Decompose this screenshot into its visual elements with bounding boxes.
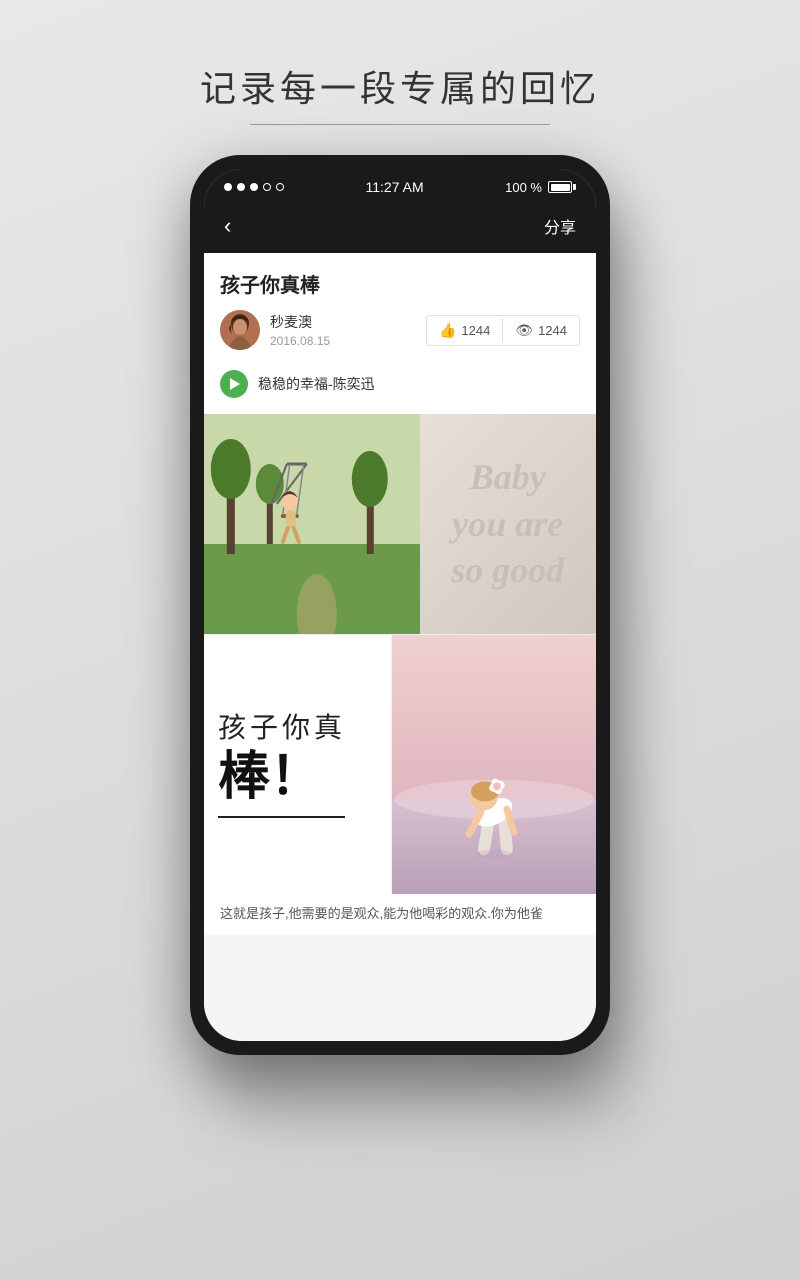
phone-frame: 11:27 AM 100 % ‹ 分享 孩子你真棒 bbox=[190, 155, 610, 1055]
battery-area: 100 % bbox=[505, 180, 576, 195]
status-time: 11:27 AM bbox=[366, 179, 424, 195]
text-panel-title: 孩子你真 bbox=[218, 711, 377, 745]
play-icon bbox=[230, 378, 240, 390]
grid-row-1: Baby you are so good bbox=[204, 414, 596, 634]
text-panel-divider bbox=[218, 816, 345, 818]
author-name: 秒麦澳 bbox=[270, 312, 330, 332]
nav-bar: ‹ 分享 bbox=[204, 203, 596, 253]
dot-2 bbox=[237, 183, 245, 191]
like-icon: 👍 bbox=[439, 322, 456, 339]
view-count: 1244 bbox=[538, 323, 567, 338]
image-grid: Baby you are so good 孩子你真 棒！ bbox=[204, 414, 596, 1041]
phone-screen: 11:27 AM 100 % ‹ 分享 孩子你真棒 bbox=[204, 169, 596, 1041]
like-stat: 👍 1244 bbox=[427, 316, 502, 345]
title-divider bbox=[250, 124, 550, 125]
post-date: 2016.08.15 bbox=[270, 334, 330, 348]
grid-row-2: 孩子你真 棒！ bbox=[204, 634, 596, 894]
signal-indicator bbox=[224, 183, 284, 191]
share-button[interactable]: 分享 bbox=[544, 214, 576, 238]
author-info: 秒麦澳 2016.08.15 bbox=[220, 310, 330, 350]
swing-photo bbox=[204, 414, 420, 634]
dot-1 bbox=[224, 183, 232, 191]
avatar bbox=[220, 310, 260, 350]
view-stat: 👁 1244 bbox=[503, 316, 579, 345]
baby-text: Baby you are so good bbox=[451, 454, 564, 594]
post-title: 孩子你真棒 bbox=[220, 269, 580, 298]
baby-text-panel: Baby you are so good bbox=[420, 414, 596, 634]
page-tagline: 记录每一段专属的回忆 bbox=[200, 60, 600, 112]
status-bar: 11:27 AM 100 % bbox=[204, 169, 596, 203]
content-area: 孩子你真棒 bbox=[204, 253, 596, 1041]
play-button[interactable] bbox=[220, 370, 248, 398]
post-card: 孩子你真棒 bbox=[204, 253, 596, 414]
girl-photo bbox=[392, 635, 596, 894]
text-panel-big: 棒！ bbox=[218, 749, 377, 806]
battery-percentage: 100 % bbox=[505, 180, 542, 195]
music-bar: 稳稳的幸福-陈奕迅 bbox=[220, 362, 580, 402]
post-stats: 👍 1244 👁 1244 bbox=[426, 315, 580, 346]
author-text: 秒麦澳 2016.08.15 bbox=[270, 312, 330, 348]
dot-4 bbox=[263, 183, 271, 191]
battery-icon bbox=[548, 181, 576, 193]
view-icon: 👁 bbox=[515, 322, 533, 339]
desc-text: 这就是孩子,他需要的是观众,能为他喝彩的观众.你为他雀 bbox=[220, 904, 580, 925]
music-title: 稳稳的幸福-陈奕迅 bbox=[258, 374, 375, 394]
dot-3 bbox=[250, 183, 258, 191]
bottom-description: 这就是孩子,他需要的是观众,能为他喝彩的观众.你为他雀 bbox=[204, 894, 596, 935]
dot-5 bbox=[276, 183, 284, 191]
back-button[interactable]: ‹ bbox=[224, 213, 231, 239]
text-panel: 孩子你真 棒！ bbox=[204, 635, 392, 894]
like-count: 1244 bbox=[461, 323, 490, 338]
post-meta: 秒麦澳 2016.08.15 👍 1244 👁 1244 bbox=[220, 310, 580, 350]
